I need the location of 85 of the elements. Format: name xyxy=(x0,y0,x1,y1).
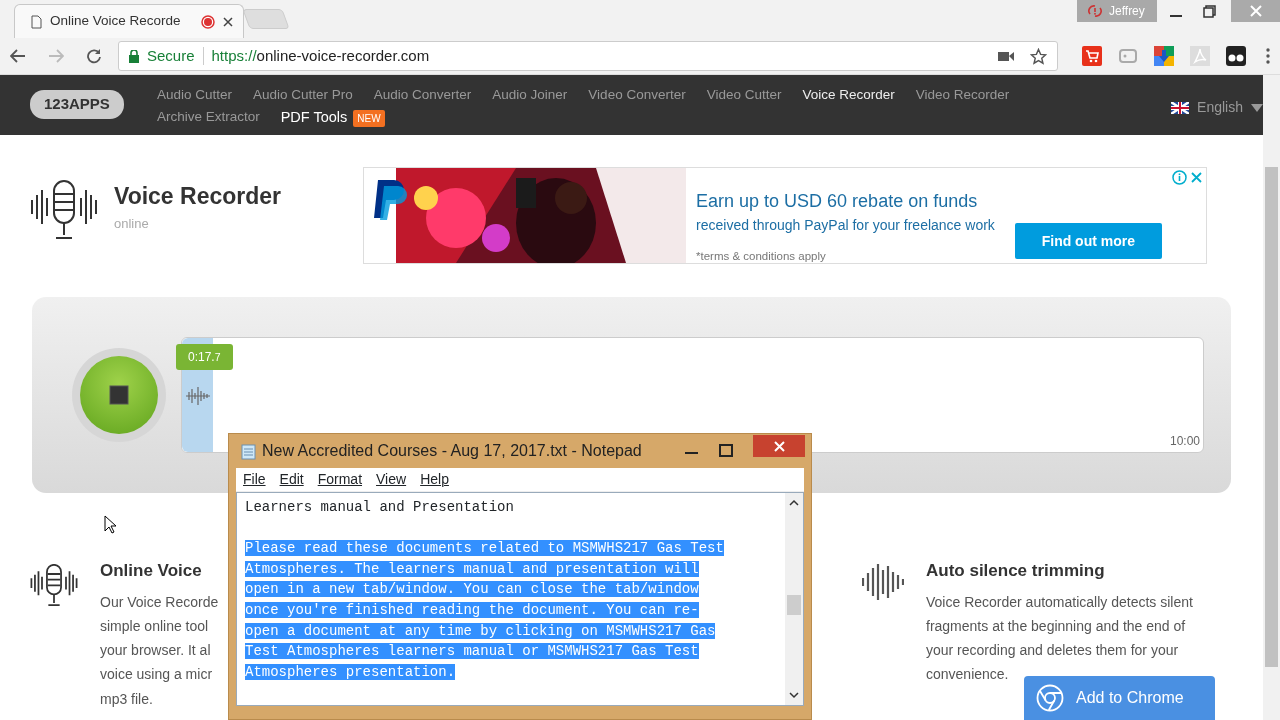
back-icon[interactable] xyxy=(10,49,26,63)
address-bar[interactable]: Secure https://online-voice-recorder.com xyxy=(118,41,1058,71)
scrollbar[interactable] xyxy=(1263,75,1280,720)
lock-icon xyxy=(129,49,139,63)
waveform-drawing xyxy=(184,384,212,408)
site-logo[interactable]: 123APPS xyxy=(30,90,124,119)
ad-note: *terms & conditions apply xyxy=(696,249,827,264)
feature-text: mp3 file. xyxy=(100,689,154,709)
maximize-icon[interactable] xyxy=(719,444,733,458)
feature-text: fragments at the beginning and the end of xyxy=(926,616,1187,636)
notepad-icon xyxy=(241,442,256,460)
selected-text: open in a new tab/window. You can close the tab/window xyxy=(245,581,699,598)
menu-item[interactable]: Edit xyxy=(279,469,304,490)
nav-link[interactable]: Archive Extractor xyxy=(156,107,260,129)
app-title: Voice Recorder xyxy=(114,182,282,211)
new-badge: NEW xyxy=(353,109,385,127)
app-subtitle: online xyxy=(114,214,150,233)
menu-icon[interactable] xyxy=(1266,48,1270,64)
menu-item[interactable]: File xyxy=(243,469,266,490)
nav-link[interactable]: Video Converter xyxy=(588,85,686,106)
menu-item[interactable]: View xyxy=(376,469,407,490)
selected-text: Atmospheres. The learners manual and presentation will xyxy=(245,560,699,577)
feature-text: your browser. It al xyxy=(100,641,212,661)
text-line: Learners manual and Presentation xyxy=(245,499,514,515)
microphone-icon xyxy=(30,180,98,242)
selected-text: Test Atmospheres learners manual or MSMWHS217 Gas Test xyxy=(245,643,699,660)
reload-icon[interactable] xyxy=(86,48,102,64)
nav-link[interactable]: PDF Tools xyxy=(280,107,348,129)
feature-text: your recording and deletes them for your xyxy=(926,641,1180,661)
nav-link[interactable]: Audio Converter xyxy=(373,85,472,106)
window-title: New Accredited Courses - Aug 17, 2017.txt - Notepad xyxy=(262,441,642,461)
feature-title: Online Voice xyxy=(100,560,203,582)
cart-icon[interactable] xyxy=(1082,46,1102,66)
camera-icon[interactable] xyxy=(998,50,1014,62)
scroll-down-icon[interactable] xyxy=(789,692,799,699)
ad-headline: Earn up to USD 60 rebate on funds xyxy=(696,190,979,213)
close-icon xyxy=(773,440,785,452)
cursor-icon xyxy=(104,515,117,534)
language-selector[interactable]: English xyxy=(1171,97,1263,118)
caret-icon xyxy=(1251,103,1263,112)
nav-link[interactable]: Voice Recorder xyxy=(802,85,895,106)
page-icon xyxy=(31,14,42,29)
security-label: Secure xyxy=(147,45,195,66)
nav-link[interactable]: Audio Cutter Pro xyxy=(252,85,353,106)
selected-text: open a document at any time by clicking on MSMWHS217 Gas xyxy=(245,622,716,639)
stop-icon xyxy=(109,385,129,405)
nav-link[interactable]: Video Recorder xyxy=(915,85,1010,106)
flag-icon xyxy=(1171,101,1190,114)
nav-link[interactable]: Video Cutter xyxy=(706,85,782,106)
feature-text: Our Voice Recorde xyxy=(100,592,219,612)
close-button[interactable] xyxy=(753,435,805,457)
tab-title: Online Voice Recorde xyxy=(50,12,182,31)
scroll-thumb[interactable] xyxy=(787,595,801,615)
add-to-chrome-button[interactable]: Add to Chrome xyxy=(1024,676,1215,720)
selected-text: Please read these documents related to MSMWHS217 Gas Test xyxy=(245,540,724,557)
scrollbar[interactable] xyxy=(785,493,803,705)
browser-tab[interactable]: Online Voice Recorde xyxy=(14,4,244,38)
microphone-icon xyxy=(30,564,78,608)
feature-text: convenience. xyxy=(926,665,1010,685)
feature-text: Voice Recorder automatically detects silent xyxy=(926,592,1193,612)
url-text: https://online-voice-recorder.com xyxy=(211,45,430,66)
selected-text: once you're finished reading the document. You can re- xyxy=(245,601,699,618)
glasses-icon[interactable] xyxy=(1226,46,1246,66)
menu-item[interactable]: Help xyxy=(420,469,449,490)
advertisement-banner[interactable]: Earn up to USD 60 rebate on funds received through PayPal for your freelance work *terms & conditions apply Find out more xyxy=(363,167,1208,264)
nav-link[interactable]: Audio Cutter xyxy=(156,85,232,106)
feature-text: voice using a micr xyxy=(100,665,214,685)
ad-text: received through PayPal for your freelance work xyxy=(696,216,995,235)
sync-error-icon xyxy=(1087,4,1103,18)
menu-item[interactable]: Format xyxy=(317,469,363,490)
time-limit: 10:00 xyxy=(1169,433,1200,450)
restore-icon[interactable] xyxy=(1202,4,1216,18)
scroll-up-icon[interactable] xyxy=(789,499,799,506)
feature-text: simple online tool xyxy=(100,616,210,636)
sound-wave-icon xyxy=(862,564,904,600)
star-icon[interactable] xyxy=(1030,47,1047,65)
feature-title: Auto silence trimming xyxy=(926,560,1106,582)
chrome-icon xyxy=(1036,684,1064,712)
nav-link[interactable]: Audio Joiner xyxy=(492,85,568,106)
elapsed-time: 0:17.7 xyxy=(176,344,233,370)
close-icon[interactable] xyxy=(223,16,233,27)
selected-text: Atmospheres presentation. xyxy=(245,663,456,680)
download-icon[interactable] xyxy=(1154,46,1174,66)
info-icon[interactable] xyxy=(1172,170,1188,185)
find-out-more-button[interactable]: Find out more xyxy=(1014,223,1162,259)
